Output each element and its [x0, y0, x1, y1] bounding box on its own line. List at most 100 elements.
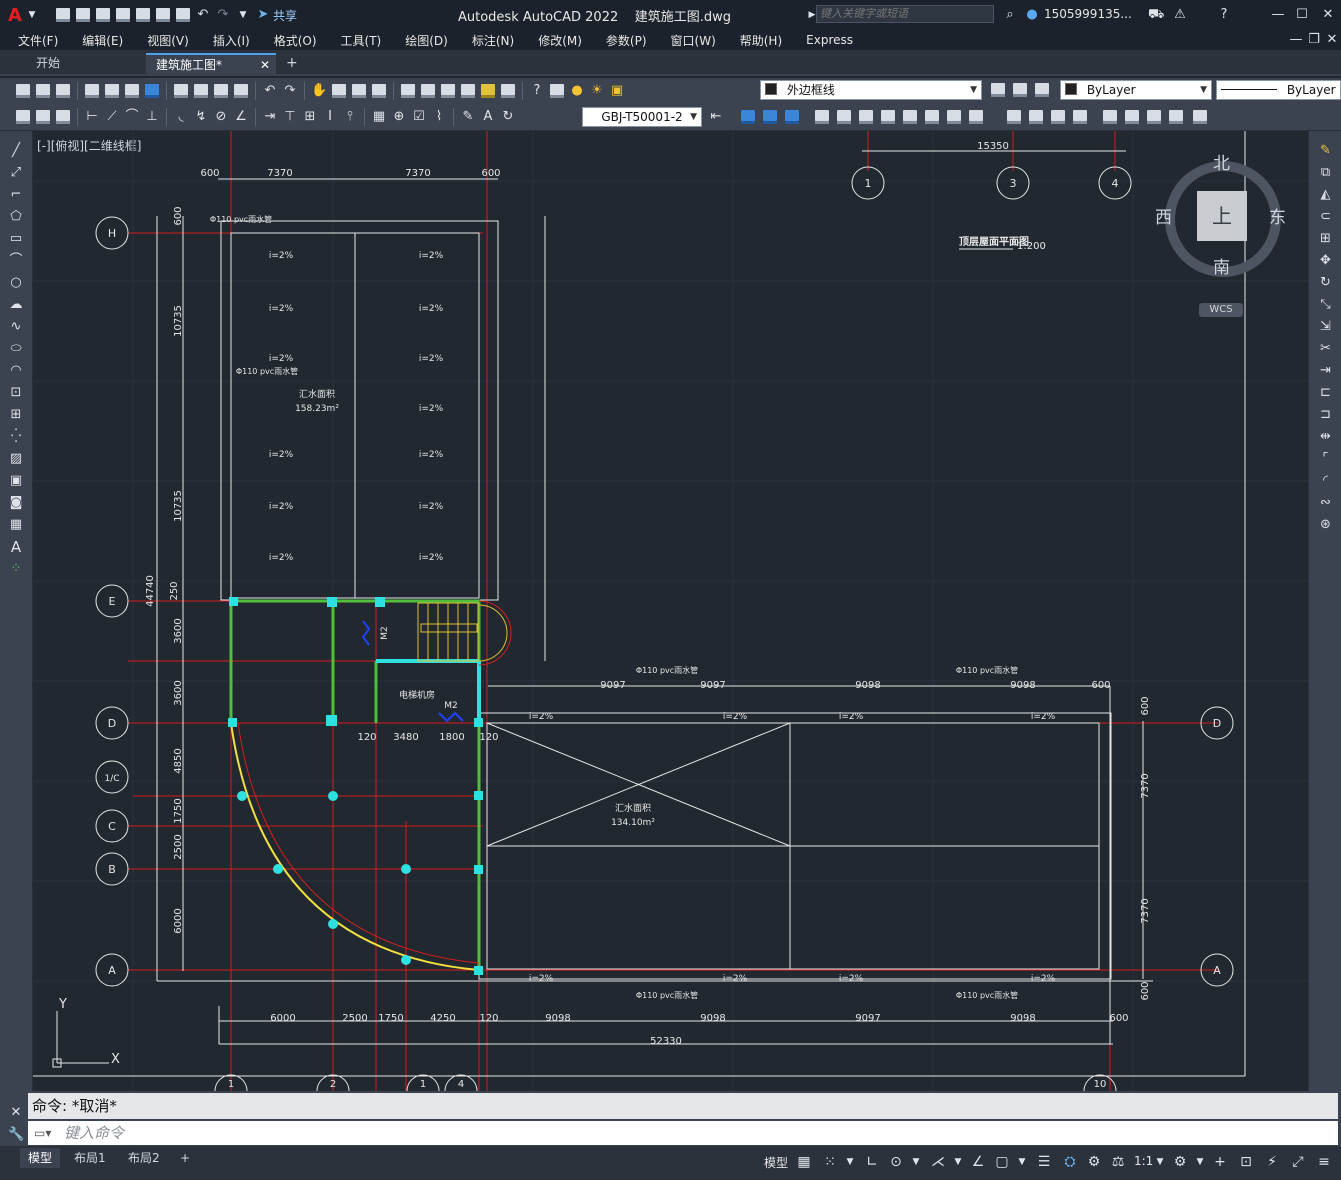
view-3d-2-icon[interactable] — [763, 110, 777, 124]
viewcube-east[interactable]: 东 — [1269, 203, 1286, 228]
auto-scale-icon[interactable]: ⚙ — [1086, 1154, 1102, 1170]
jogged-linear-icon[interactable]: ⌇ — [431, 109, 447, 125]
insert-block-icon[interactable]: ⊡ — [8, 385, 24, 401]
quick-dim-icon[interactable]: ⇥ — [262, 109, 278, 125]
dim-edit-text-icon[interactable]: ✎ — [460, 109, 476, 125]
layer-freeze-icon[interactable]: ☀ — [589, 83, 605, 99]
viewcube-north[interactable]: 北 — [1213, 149, 1230, 174]
ellipse-arc-icon[interactable]: ◠ — [8, 363, 24, 379]
dim-override-icon[interactable]: ⇤ — [708, 109, 724, 125]
share-icon[interactable]: ➤ — [255, 7, 271, 23]
add-selected-icon[interactable]: ⁘ — [8, 561, 24, 577]
menu-tools[interactable]: 工具(T) — [341, 32, 382, 49]
menu-dimension[interactable]: 标注(N) — [472, 32, 514, 49]
polyline-icon[interactable]: ⌐ — [8, 187, 24, 203]
continue-dim-icon[interactable]: ⊞ — [302, 109, 318, 125]
zoom-window-icon[interactable] — [352, 83, 366, 98]
make-block-icon[interactable]: ⊞ — [8, 407, 24, 423]
user-icon[interactable]: ● — [1024, 7, 1040, 23]
username[interactable]: 1505999135... — [1044, 7, 1132, 21]
ellipse-icon[interactable]: ⬭ — [8, 341, 24, 357]
undo-toolbar-icon[interactable]: ↶ — [262, 83, 278, 99]
construction-line-icon[interactable]: ⤢ — [8, 165, 24, 181]
ucs-3-icon[interactable] — [859, 110, 873, 124]
modeling-3-icon[interactable] — [1051, 110, 1065, 124]
line-icon[interactable]: ╱ — [8, 143, 24, 159]
zoom-realtime-icon[interactable] — [332, 83, 346, 98]
menu-help[interactable]: 帮助(H) — [740, 32, 782, 49]
hardware-acceleration-icon[interactable]: ⚡ — [1264, 1154, 1280, 1170]
clean-screen-icon[interactable]: ⤢ — [1290, 1154, 1306, 1170]
autodesk-app-icon[interactable]: ⚠ — [1172, 7, 1188, 23]
polar-chevron-icon[interactable]: ▼ — [908, 1154, 924, 1170]
markup-icon[interactable] — [481, 83, 495, 98]
match-properties-icon[interactable] — [234, 83, 248, 98]
polar-tracking-icon[interactable]: ⊙ — [888, 1154, 904, 1170]
layer-states-icon[interactable] — [1035, 83, 1049, 97]
tab-layout2[interactable]: 布局2 — [120, 1148, 168, 1168]
sheet-set-icon[interactable] — [461, 83, 475, 98]
print-preview-icon[interactable] — [105, 83, 119, 98]
open-icon[interactable] — [36, 83, 50, 98]
cut-icon[interactable] — [174, 83, 188, 98]
workspace-icon[interactable]: ⚙ — [1172, 1154, 1188, 1170]
object-snap-tracking-icon[interactable]: ∠ — [970, 1154, 986, 1170]
break-at-point-icon[interactable]: ⊏ — [1318, 385, 1334, 401]
copy-object-icon[interactable]: ⧉ — [1318, 165, 1334, 181]
tolerance-icon[interactable]: ▦ — [371, 109, 387, 125]
doc-minimize-icon[interactable]: — — [1288, 32, 1304, 48]
customization-icon[interactable]: ≡ — [1316, 1154, 1332, 1170]
menu-draw[interactable]: 绘图(D) — [405, 32, 448, 49]
rectangle-icon[interactable]: ▭ — [8, 231, 24, 247]
pan-icon[interactable]: ✋ — [311, 83, 327, 99]
ucs-5-icon[interactable] — [903, 110, 917, 124]
annotation-scale-icon[interactable]: ⚖ — [1110, 1154, 1126, 1170]
layer-on-icon[interactable]: ● — [569, 83, 585, 99]
viewcube-face[interactable]: 上 — [1197, 191, 1247, 241]
help-icon[interactable]: ? — [1216, 7, 1232, 23]
menu-insert[interactable]: 插入(I) — [213, 32, 250, 49]
menu-file[interactable]: 文件(F) — [18, 32, 58, 49]
help-toolbar-icon[interactable]: ? — [529, 83, 545, 99]
paste-icon[interactable] — [214, 83, 228, 98]
ucs-1-icon[interactable] — [815, 110, 829, 124]
stretch-icon[interactable]: ⇲ — [1318, 319, 1334, 335]
object-snap-chevron-icon[interactable]: ▼ — [1014, 1154, 1030, 1170]
close-icon[interactable]: ✕ — [1320, 7, 1336, 23]
linear-dim-icon[interactable]: ⊢ — [84, 109, 100, 125]
command-settings-icon[interactable]: 🔧 — [8, 1127, 24, 1143]
modeling-1-icon[interactable] — [1007, 110, 1021, 124]
maximize-icon[interactable]: ☐ — [1294, 7, 1310, 23]
doc-restore-icon[interactable]: ❐ — [1306, 32, 1322, 48]
modeling-5-icon[interactable] — [1103, 110, 1117, 124]
save-toolbar-icon[interactable] — [56, 83, 70, 98]
dim-update-icon[interactable] — [36, 109, 50, 124]
dim-reassociate-icon[interactable]: ↻ — [500, 109, 516, 125]
drawing-canvas[interactable]: [-][俯视][二维线框] 1 3 4 15350 H E D 1/C C B … — [33, 131, 1308, 1091]
plot-icon[interactable] — [175, 8, 190, 22]
cart-icon[interactable]: ⛟ — [1148, 7, 1164, 23]
trim-icon[interactable]: ✂ — [1318, 341, 1334, 357]
ordinate-dim-icon[interactable]: ⊥ — [144, 109, 160, 125]
extend-icon[interactable]: ⇥ — [1318, 363, 1334, 379]
tab-layout1[interactable]: 布局1 — [66, 1148, 114, 1168]
app-menu-chevron-icon[interactable]: ▼ — [24, 7, 40, 23]
circle-icon[interactable]: ○ — [8, 275, 24, 291]
add-icon[interactable]: + — [1212, 1154, 1228, 1170]
inspection-icon[interactable]: ☑ — [411, 109, 427, 125]
spline-icon[interactable]: ∿ — [8, 319, 24, 335]
arc-length-icon[interactable]: ⌒ — [124, 109, 140, 125]
app-logo[interactable]: A — [8, 5, 22, 26]
minimize-icon[interactable]: — — [1270, 7, 1286, 23]
publish-icon[interactable] — [125, 83, 139, 98]
ucs-7-icon[interactable] — [947, 110, 961, 124]
center-mark-icon[interactable]: ⊕ — [391, 109, 407, 125]
isodraft-icon[interactable]: ⋌ — [930, 1154, 946, 1170]
redo-toolbar-icon[interactable]: ↷ — [282, 83, 298, 99]
table-icon[interactable]: ▦ — [8, 517, 24, 533]
copy-icon[interactable] — [194, 83, 208, 98]
modeling-4-icon[interactable] — [1073, 110, 1087, 124]
layer-dropdown[interactable]: 外边框线 ▼ — [760, 80, 982, 100]
save-icon[interactable] — [95, 8, 110, 22]
ucs-8-icon[interactable] — [969, 110, 983, 124]
